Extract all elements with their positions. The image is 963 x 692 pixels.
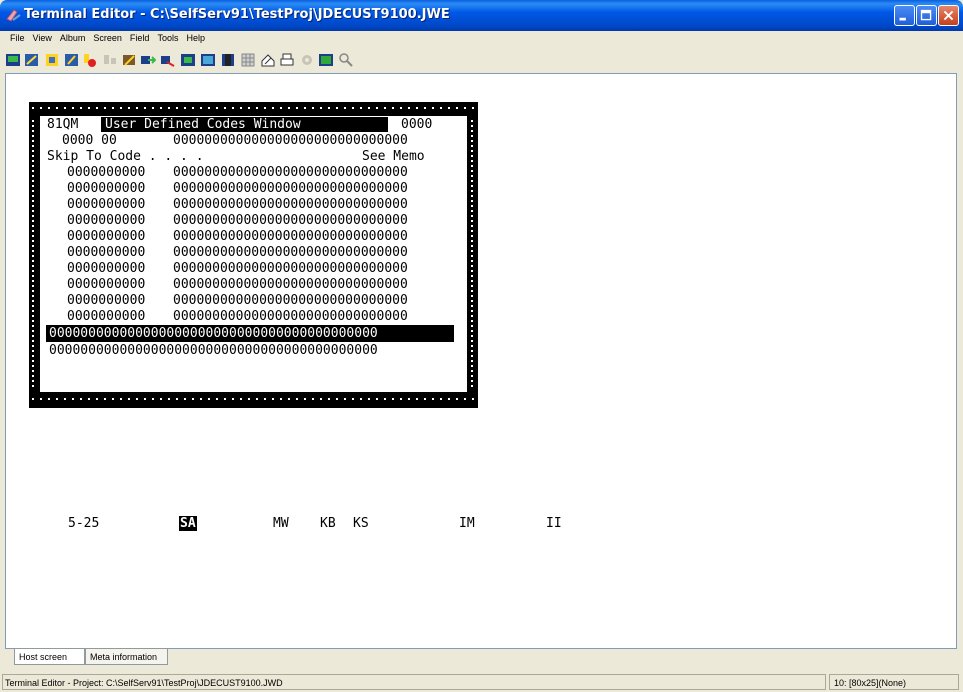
code-field[interactable]: 0000000000	[67, 181, 145, 196]
menu-help[interactable]: Help	[182, 31, 209, 43]
blue-marker-icon[interactable]	[64, 52, 80, 68]
wizard-icon[interactable]	[121, 52, 137, 68]
code-field[interactable]: 0000000000	[67, 293, 145, 308]
menu-album[interactable]: Album	[56, 31, 90, 43]
minimize-button[interactable]	[894, 5, 915, 26]
selected-full-line-field[interactable]: 0000000000000000000000000000000000000000…	[49, 326, 378, 341]
program-code: 81QM	[47, 117, 79, 132]
status-project-path: Terminal Editor - Project: C:\SelfServ91…	[2, 674, 826, 690]
ks-label: KS	[353, 516, 369, 531]
title-bar[interactable]: Terminal Editor - C:\SelfServ91\TestProj…	[0, 0, 963, 31]
film-icon[interactable]	[220, 52, 236, 68]
im-label: IM	[459, 516, 475, 531]
description-field[interactable]: 000000000000000000000000000000	[173, 277, 408, 292]
code-field[interactable]: 0000000000	[67, 277, 145, 292]
window-border-bottom	[29, 396, 478, 402]
window-border-right	[470, 119, 475, 389]
full-line-field[interactable]: 0000000000000000000000000000000000000000…	[49, 343, 378, 358]
disabled-field-icon[interactable]	[102, 52, 118, 68]
system-code-field[interactable]: 0000 00	[62, 133, 117, 148]
skip-to-code-label: Skip To Code . . . .	[47, 149, 204, 164]
menu-field[interactable]: Field	[126, 31, 154, 43]
code-field[interactable]: 0000000000	[67, 245, 145, 260]
kb-label: KB	[320, 516, 336, 531]
navigate-back-icon[interactable]	[160, 52, 176, 68]
menu-bar: File View Album Screen Field Tools Help	[0, 31, 963, 47]
description-field[interactable]: 000000000000000000000000000000	[173, 309, 408, 324]
tab-meta-information[interactable]: Meta information	[85, 648, 168, 665]
window-border-top	[29, 105, 478, 111]
code-field[interactable]: 0000000000	[67, 197, 145, 212]
description-field[interactable]: 000000000000000000000000000000	[173, 245, 408, 260]
code-field[interactable]: 0000000000	[67, 229, 145, 244]
window-border-left	[31, 119, 36, 389]
date-label: 5-25	[68, 516, 100, 531]
window-title-text: User Defined Codes Window	[101, 117, 388, 132]
menu-view[interactable]: View	[29, 31, 56, 43]
app-icon	[6, 9, 21, 22]
close-icon	[943, 10, 954, 21]
description-field[interactable]: 000000000000000000000000000000	[173, 181, 408, 196]
code-field[interactable]: 0000000000	[67, 213, 145, 228]
description-field[interactable]: 000000000000000000000000000000	[173, 213, 408, 228]
yellow-marker-icon[interactable]	[44, 52, 60, 68]
ii-label: II	[546, 516, 562, 531]
new-screen-icon[interactable]	[5, 52, 21, 68]
status-bar: Terminal Editor - Project: C:\SelfServ91…	[0, 672, 963, 692]
system-description-field[interactable]: 000000000000000000000000000000	[173, 133, 408, 148]
maximize-icon	[920, 9, 932, 21]
gear-disabled-icon[interactable]	[299, 52, 315, 68]
code-field[interactable]: 0000000000	[67, 261, 145, 276]
navigate-icon[interactable]	[140, 52, 156, 68]
status-screen-info: 10: [80x25](None)	[829, 674, 959, 690]
code-field[interactable]: 0000000000	[67, 309, 145, 324]
edit-field-icon[interactable]	[24, 52, 40, 68]
menu-screen[interactable]: Screen	[89, 31, 126, 43]
host-screen-panel: 81QM User Defined Codes Window 0000 0000…	[5, 73, 957, 649]
close-button[interactable]	[938, 5, 959, 26]
print-icon[interactable]	[279, 52, 295, 68]
see-memo-label: See Memo	[362, 149, 425, 164]
description-field[interactable]: 000000000000000000000000000000	[173, 261, 408, 276]
screen-capture-icon[interactable]	[180, 52, 196, 68]
udc-window: 81QM User Defined Codes Window 0000 0000…	[29, 102, 478, 408]
description-field[interactable]: 000000000000000000000000000000	[173, 197, 408, 212]
grid-icon[interactable]	[240, 52, 256, 68]
description-field[interactable]: 000000000000000000000000000000	[173, 293, 408, 308]
view-screen-icon[interactable]	[200, 52, 216, 68]
mw-label: MW	[273, 516, 289, 531]
description-field[interactable]: 000000000000000000000000000000	[173, 229, 408, 244]
window-title: Terminal Editor - C:\SelfServ91\TestProj…	[24, 7, 450, 22]
green-screen-icon[interactable]	[318, 52, 334, 68]
description-field[interactable]: 000000000000000000000000000000	[173, 165, 408, 180]
record-icon[interactable]	[82, 52, 98, 68]
menu-file[interactable]: File	[0, 31, 29, 43]
search-icon[interactable]	[338, 52, 354, 68]
toolbar	[0, 47, 963, 72]
header-number: 0000	[401, 117, 433, 132]
menu-tools[interactable]: Tools	[153, 31, 182, 43]
code-field[interactable]: 0000000000	[67, 165, 145, 180]
host-screen-canvas[interactable]: 81QM User Defined Codes Window 0000 0000…	[6, 74, 956, 648]
minimize-icon	[899, 17, 906, 21]
sa-label: SA	[179, 516, 197, 531]
tab-host-screen[interactable]: Host screen	[14, 648, 85, 665]
maximize-button[interactable]	[916, 5, 937, 26]
house-edit-icon[interactable]	[260, 52, 276, 68]
